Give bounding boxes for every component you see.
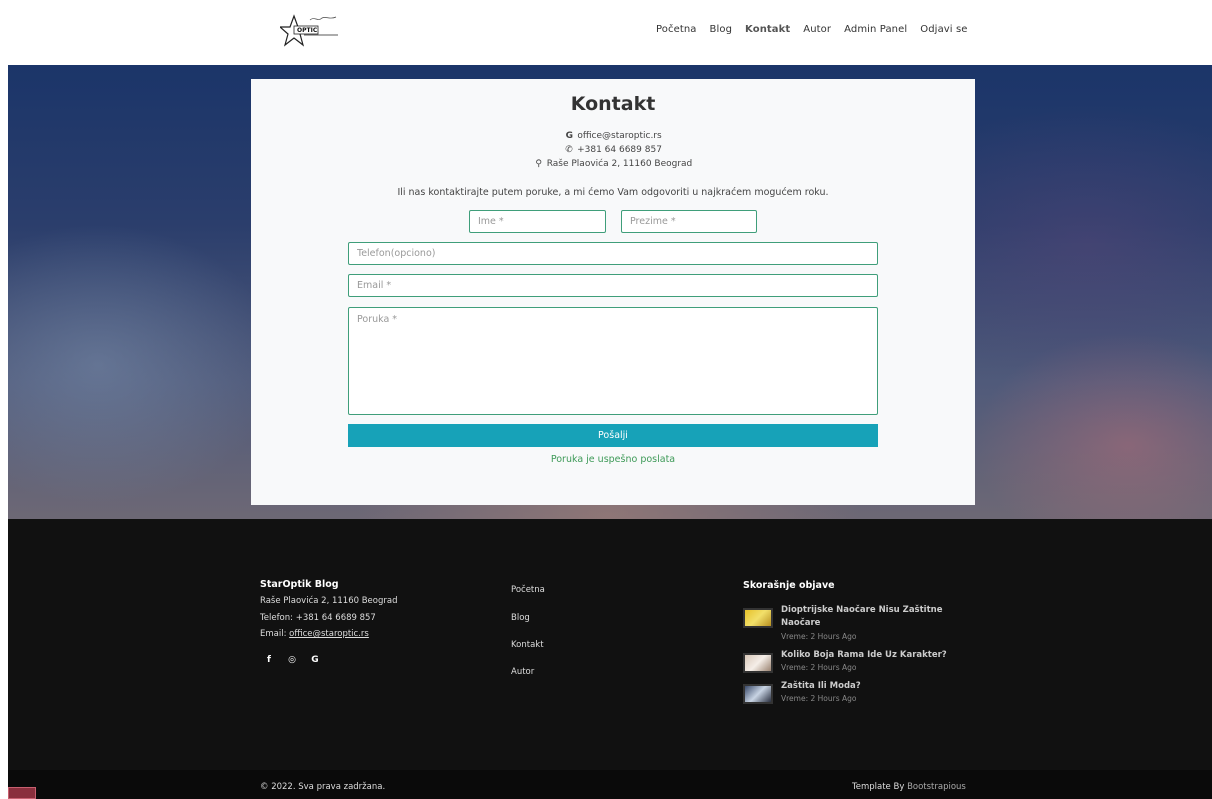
footer-link-blog[interactable]: Blog xyxy=(511,613,530,623)
email-input[interactable] xyxy=(348,274,878,297)
google-icon[interactable]: G xyxy=(310,655,320,665)
recent-post[interactable]: Dioptrijske Naočare Nisu Zaštitne Naočar… xyxy=(743,604,983,644)
contact-email: office@staroptic.rs xyxy=(577,131,662,141)
footer-link-kontakt[interactable]: Kontakt xyxy=(511,640,544,650)
facebook-icon[interactable]: f xyxy=(264,655,274,665)
footer-brand: StarOptik Blog xyxy=(260,579,339,590)
footer-address: Raše Plaovića 2, 11160 Beograd xyxy=(260,596,398,606)
footer-phone: Telefon: +381 64 6689 857 xyxy=(260,613,376,623)
google-icon: G xyxy=(565,131,573,141)
success-message: Poruka je uspešno poslata xyxy=(550,454,676,465)
instagram-icon[interactable]: ◎ xyxy=(287,655,297,665)
copyright: © 2022. Sva prava zadržana. xyxy=(260,782,386,792)
recent-post[interactable]: Koliko Boja Rama Ide Uz Karakter? Vreme:… xyxy=(743,649,983,677)
post-time: Vreme: 2 Hours Ago xyxy=(781,663,857,672)
bottom-bar: © 2022. Sva prava zadržana. Template By … xyxy=(8,770,1212,799)
send-button[interactable]: Pošalji xyxy=(348,424,878,447)
contact-address-line: ⚲ Raše Plaovića 2, 11160 Beograd xyxy=(251,158,975,170)
post-thumbnail[interactable] xyxy=(743,684,773,704)
site-footer: StarOptik Blog Raše Plaovića 2, 11160 Be… xyxy=(8,519,1212,770)
post-time: Vreme: 2 Hours Ago xyxy=(781,694,857,703)
nav-item-kontakt[interactable]: Kontakt xyxy=(745,22,790,38)
contact-card: Kontakt Goffice@staroptic.rs ✆ +381 64 66… xyxy=(251,79,975,505)
nav-item-admin-panel[interactable]: Admin Panel xyxy=(844,22,907,38)
nav-item-odjavi-se[interactable]: Odjavi se xyxy=(920,22,967,38)
social-links: f ◎ G xyxy=(264,655,320,665)
contact-address: Raše Plaovića 2, 11160 Beograd xyxy=(546,159,693,169)
recent-posts-title: Skorašnje objave xyxy=(743,580,835,591)
phone-input[interactable] xyxy=(348,242,878,265)
nav-item-pocetna[interactable]: Početna xyxy=(656,22,697,38)
post-title[interactable]: Dioptrijske Naočare Nisu Zaštitne Naočar… xyxy=(781,604,981,630)
footer-email-link[interactable]: office@staroptic.rs xyxy=(289,629,369,639)
footer-email-label: Email: xyxy=(260,629,290,639)
nav-item-autor[interactable]: Autor xyxy=(803,22,831,38)
main-nav: Početna Blog Kontakt Autor Admin Panel O… xyxy=(656,22,968,38)
post-thumbnail[interactable] xyxy=(743,608,773,628)
template-credit: Template By Bootstrapious xyxy=(852,782,966,792)
post-time: Vreme: 2 Hours Ago xyxy=(781,632,857,641)
corner-badge-icon xyxy=(8,787,36,799)
logo-text: OPTIC xyxy=(297,27,318,34)
post-title[interactable]: Zaštita Ili Moda? xyxy=(781,680,981,693)
site-logo[interactable]: OPTIC xyxy=(280,14,340,48)
site-header: OPTIC Početna Blog Kontakt Autor Admin P… xyxy=(0,0,1212,65)
message-textarea[interactable] xyxy=(348,307,878,415)
map-pin-icon: ⚲ xyxy=(535,159,543,169)
phone-icon: ✆ xyxy=(565,145,573,155)
contact-message: Ili nas kontaktirajte putem poruke, a mi… xyxy=(397,187,829,198)
recent-post[interactable]: Zaštita Ili Moda? Vreme: 2 Hours Ago xyxy=(743,680,983,708)
post-thumbnail[interactable] xyxy=(743,653,773,673)
footer-link-pocetna[interactable]: Početna xyxy=(511,585,545,595)
template-prefix: Template By xyxy=(852,782,908,792)
post-title[interactable]: Koliko Boja Rama Ide Uz Karakter? xyxy=(781,649,981,662)
contact-phone: +381 64 6689 857 xyxy=(577,145,662,155)
last-name-input[interactable] xyxy=(621,210,757,233)
footer-email-line: Email: office@staroptic.rs xyxy=(260,629,369,639)
contact-phone-line: ✆ +381 64 6689 857 xyxy=(251,144,975,156)
contact-email-line: Goffice@staroptic.rs xyxy=(251,130,975,142)
nav-item-blog[interactable]: Blog xyxy=(710,22,733,38)
page-title: Kontakt xyxy=(570,93,656,115)
footer-link-autor[interactable]: Autor xyxy=(511,667,534,677)
first-name-input[interactable] xyxy=(469,210,606,233)
template-link[interactable]: Bootstrapious xyxy=(907,782,966,792)
